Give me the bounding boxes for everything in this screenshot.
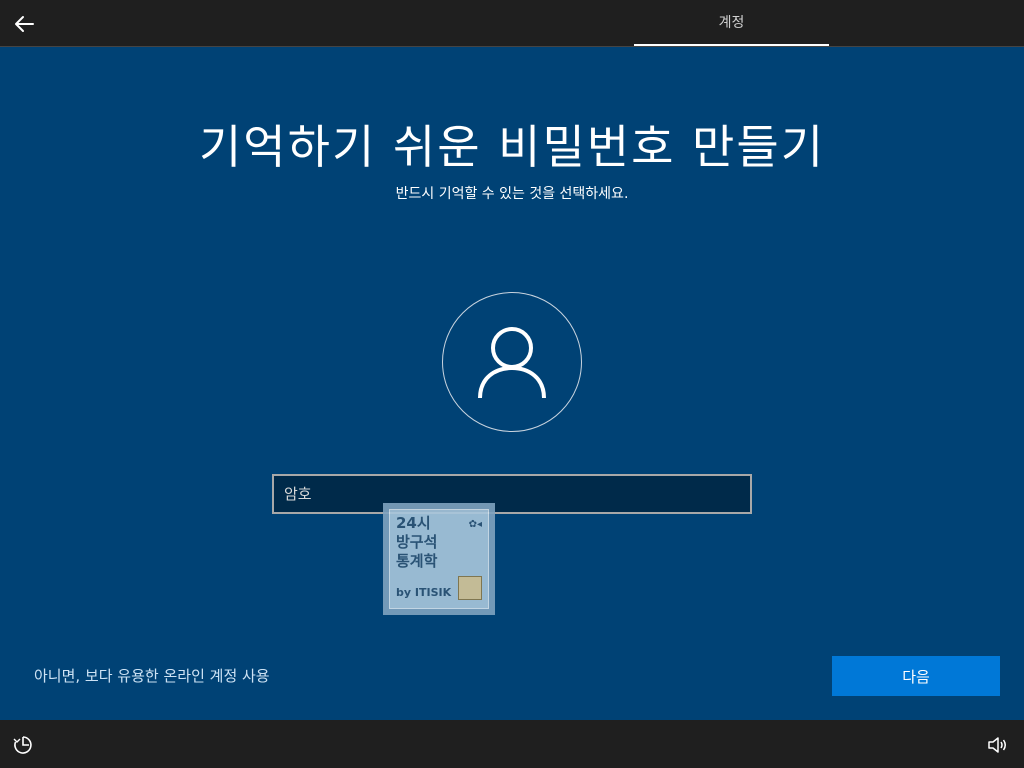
- back-arrow-icon: [15, 16, 34, 32]
- page-title: 기억하기 쉬운 비밀번호 만들기: [198, 120, 826, 174]
- watermark-card: 24시 방구석 통계학 by ITISIK ✿◂: [389, 509, 489, 609]
- watermark-logo: 24시 방구석 통계학 by ITISIK ✿◂: [383, 503, 495, 615]
- volume-icon[interactable]: [986, 734, 1008, 756]
- ease-of-access-icon[interactable]: [12, 734, 34, 756]
- user-icon: [478, 327, 546, 399]
- tab-account[interactable]: 계정: [634, 0, 829, 46]
- watermark-line: 통계학: [396, 552, 438, 570]
- main-panel: 기억하기 쉬운 비밀번호 만들기 반드시 기억할 수 있는 것을 선택하세요. …: [0, 47, 1024, 720]
- online-account-link[interactable]: 아니면, 보다 유용한 온라인 계정 사용: [34, 665, 270, 686]
- top-bar: 계정: [0, 0, 1024, 47]
- password-input[interactable]: [272, 474, 752, 514]
- sticky-note-icon: [458, 576, 482, 600]
- page-subtitle: 반드시 기억할 수 있는 것을 선택하세요.: [395, 186, 629, 202]
- watermark-by: by ITISIK: [396, 586, 452, 599]
- watermark-corner-icons: ✿◂: [468, 519, 482, 530]
- bottom-bar: [0, 720, 1024, 768]
- avatar: [442, 292, 582, 432]
- back-button[interactable]: [8, 8, 40, 40]
- next-button[interactable]: 다음: [832, 656, 1000, 696]
- watermark-line: 방구석: [396, 533, 438, 551]
